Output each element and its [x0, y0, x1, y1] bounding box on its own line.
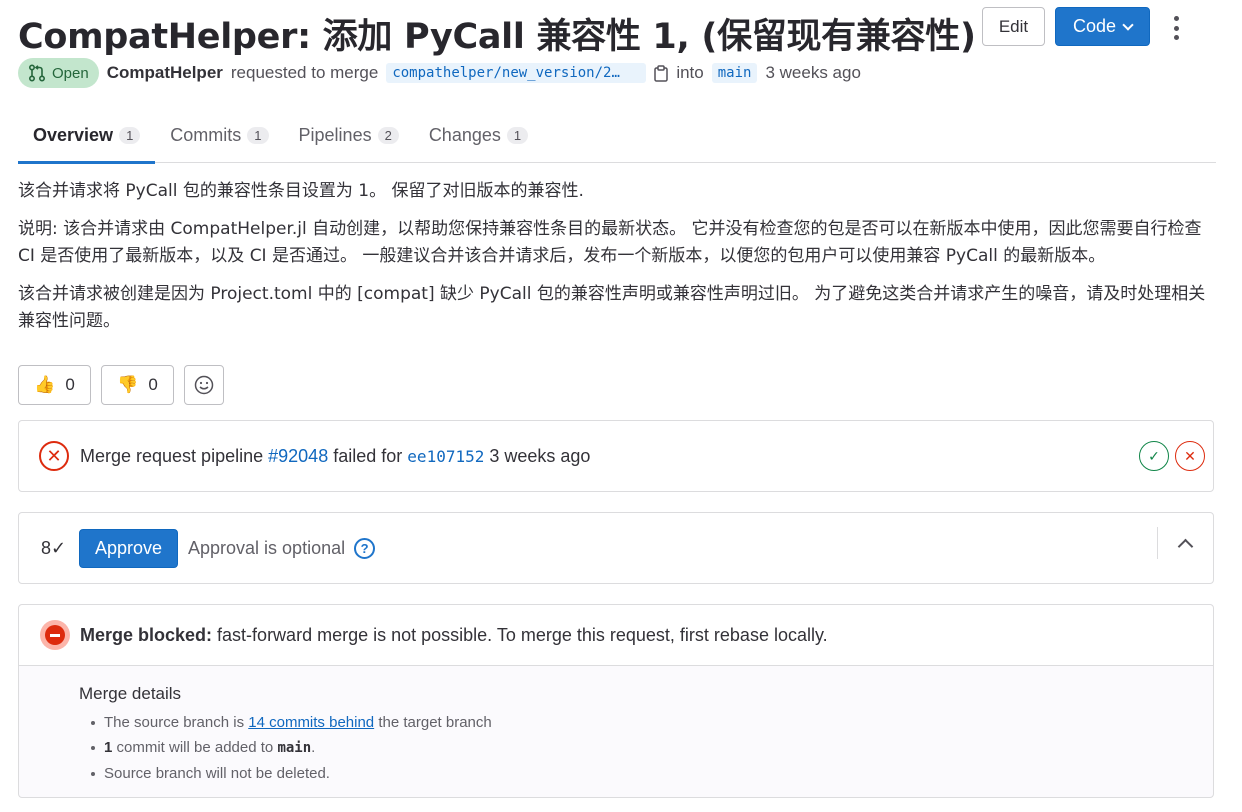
detail-text: the target branch [378, 714, 492, 731]
author-link[interactable]: CompatHelper [107, 63, 223, 83]
chevron-down-icon [1122, 18, 1134, 31]
approval-optional-text: Approval is optional [188, 537, 346, 558]
tab-changes[interactable]: Changes 1 [414, 108, 543, 163]
tab-label: Changes [428, 125, 501, 145]
mr-tabs: Overview 1 Commits 1 Pipelines 2 Changes… [18, 108, 1216, 164]
timestamp: 3 weeks ago [765, 63, 861, 82]
tab-overview[interactable]: Overview 1 [18, 108, 156, 164]
thumbs-up-count: 0 [65, 375, 75, 394]
commits-behind-link[interactable]: 14 commits behind [248, 714, 374, 731]
description-paragraph: 该合并请求将 PyCall 包的兼容性条目设置为 1。 保留了对旧版本的兼容性. [18, 181, 584, 201]
target-branch-name: main [277, 740, 312, 756]
tab-pipelines[interactable]: Pipelines 2 [284, 108, 414, 163]
thumbs-down-button[interactable]: 👎 0 [101, 365, 174, 405]
collapse-button[interactable] [1157, 527, 1213, 559]
status-badge: Open [18, 58, 99, 88]
list-item: The source branch is 14 commits behind t… [91, 710, 1213, 735]
add-reaction-button[interactable] [184, 365, 224, 405]
header-actions: Edit Code [982, 7, 1242, 47]
tab-count: 1 [506, 127, 529, 144]
list-item: 1 commit will be added to main. [91, 735, 1213, 761]
tab-count: 2 [377, 127, 399, 144]
merge-blocked-icon [40, 620, 70, 650]
approval-widget: 8✓ Approve Approval is optional ? [18, 512, 1214, 584]
pipeline-link[interactable]: #92048 [268, 446, 328, 466]
tab-label: Commits [170, 125, 242, 145]
merge-blocked-header: Merge blocked: fast-forward merge is not… [19, 605, 1213, 666]
description-paragraph: 该合并请求被创建是因为 Project.toml 中的 [compat] 缺少 … [18, 284, 1206, 331]
merge-details: Merge details The source branch is 14 co… [19, 666, 1213, 786]
copy-branch-icon[interactable] [654, 64, 669, 82]
merge-request-icon [28, 64, 46, 82]
target-branch[interactable]: main [711, 63, 758, 83]
requested-text: requested to merge [230, 63, 379, 82]
question-icon[interactable]: ? [354, 537, 376, 559]
edit-button[interactable]: Edit [982, 7, 1045, 46]
into-text: into [676, 63, 704, 82]
chevron-up-icon [1177, 538, 1194, 554]
detail-text: . [311, 739, 316, 756]
thumbs-up-icon: 👍 [34, 375, 56, 394]
description-paragraph: 说明: 该合并请求由 CompatHelper.jl 自动创建，以帮助您保持兼容… [18, 219, 1202, 266]
thumbs-down-icon: 👎 [117, 375, 139, 394]
code-dropdown-button[interactable]: Code [1055, 7, 1150, 46]
thumbs-down-count: 0 [148, 375, 158, 394]
page-title: CompatHelper: 添加 PyCall 兼容性 1, (保留现有兼容性) [18, 17, 976, 57]
stage-failed-icon[interactable]: ✕ [1175, 441, 1205, 471]
smiley-icon [194, 375, 214, 395]
detail-text: commit will be added to [116, 739, 274, 756]
commit-link[interactable]: ee107152 [407, 447, 484, 466]
commit-count: 1 [104, 739, 113, 756]
pipeline-status-text: failed for [333, 445, 403, 466]
thumbs-up-button[interactable]: 👍 0 [18, 365, 91, 405]
tab-label: Pipelines [298, 125, 372, 145]
merge-widget: Merge blocked: fast-forward merge is not… [18, 604, 1214, 798]
merge-blocked-label: Merge blocked: [80, 624, 213, 645]
tab-count: 1 [119, 127, 141, 144]
more-actions-icon[interactable] [1172, 16, 1180, 40]
status-label: Open [52, 64, 89, 82]
pipeline-widget: ✕ Merge request pipeline #92048 failed f… [18, 420, 1214, 492]
merge-details-list: The source branch is 14 commits behind t… [79, 710, 1213, 786]
mr-meta: Open CompatHelper requested to merge com… [18, 58, 861, 88]
pipeline-time: 3 weeks ago [489, 445, 591, 466]
merge-details-title: Merge details [79, 684, 182, 703]
source-branch[interactable]: compathelper/new_version/2… [386, 63, 647, 83]
pipeline-failed-icon[interactable]: ✕ [39, 441, 69, 471]
list-item: Source branch will not be deleted. [91, 761, 1213, 786]
code-button-label: Code [1072, 16, 1117, 36]
merge-blocked-text: fast-forward merge is not possible. To m… [217, 624, 828, 645]
approve-button[interactable]: Approve [79, 528, 178, 568]
detail-text: The source branch is [104, 714, 245, 731]
pipeline-prefix: Merge request pipeline [80, 445, 264, 466]
award-emoji-bar: 👍 0 👎 0 [18, 365, 224, 405]
pipeline-stages: ✓ ✕ [1139, 441, 1205, 471]
tab-label: Overview [33, 125, 114, 145]
mr-description: 该合并请求将 PyCall 包的兼容性条目设置为 1。 保留了对旧版本的兼容性.… [18, 178, 1216, 346]
tab-commits[interactable]: Commits 1 [155, 108, 283, 163]
approval-icon: 8✓ [41, 537, 67, 558]
stage-passed-icon[interactable]: ✓ [1139, 441, 1169, 471]
pipeline-text: Merge request pipeline #92048 failed for… [80, 446, 590, 467]
tab-count: 1 [247, 127, 269, 144]
